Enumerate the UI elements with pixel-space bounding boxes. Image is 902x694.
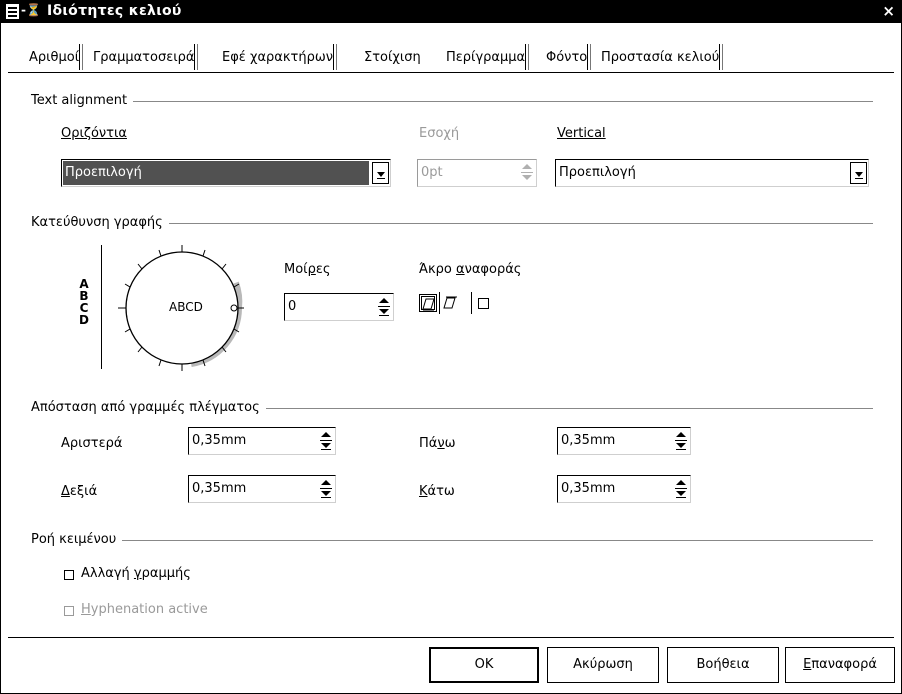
bottom-spinbox[interactable]: 0,35mm	[557, 475, 691, 503]
line-break-checkbox[interactable]	[64, 570, 74, 580]
degrees-label: Μοίρες	[284, 262, 331, 277]
tab-panel-border	[8, 72, 894, 73]
tab-numbers[interactable]: Αριθμοί	[29, 44, 84, 70]
reset-button[interactable]: Επαναφορά	[785, 647, 895, 683]
cell-properties-dialog: -⏳ Ιδιότητες κελιού × Αριθμοί Γραμματοσε…	[0, 0, 902, 694]
help-button[interactable]: Βοήθεια	[667, 647, 779, 683]
spin-arrows-icon[interactable]	[319, 478, 333, 500]
right-spinbox[interactable]: 0,35mm	[188, 475, 336, 503]
horizontal-selection: Προεπιλογή	[63, 161, 369, 185]
window-title: Ιδιότητες κελιού	[47, 3, 182, 19]
indent-spinbox[interactable]: 0pt	[417, 159, 537, 187]
title-symbol: -⏳	[21, 3, 41, 17]
tab-font-effects[interactable]: Εφέ χαρακτήρων	[222, 44, 337, 70]
vertical-value: Προεπιλογή	[559, 165, 636, 180]
close-icon[interactable]: ×	[882, 2, 895, 20]
vertical-select[interactable]: Προεπιλογή	[555, 159, 869, 187]
chevron-down-icon[interactable]	[372, 162, 389, 184]
right-label: Δεξιά	[61, 484, 98, 499]
horizontal-select[interactable]: Προεπιλογή	[61, 159, 391, 187]
bottom-label: Κάτω	[419, 484, 455, 499]
degrees-value: 0	[288, 299, 297, 314]
spin-arrows-icon[interactable]	[520, 162, 534, 184]
spin-arrows-icon[interactable]	[377, 296, 391, 318]
spin-arrows-icon[interactable]	[674, 478, 688, 500]
line-break-label[interactable]: Αλλαγή γραμμής	[81, 566, 191, 581]
stacked-text: A B C D	[79, 277, 89, 327]
divider	[471, 292, 472, 314]
spin-arrows-icon[interactable]	[319, 430, 333, 452]
horizontal-value: Προεπιλογή	[65, 165, 142, 180]
cancel-button[interactable]: Ακύρωση	[547, 647, 659, 683]
title-bar[interactable]: -⏳ Ιδιότητες κελιού ×	[1, 1, 901, 23]
bottom-value: 0,35mm	[561, 481, 616, 496]
divider	[439, 292, 440, 314]
right-value: 0,35mm	[192, 481, 247, 496]
tab-background[interactable]: Φόντο	[546, 44, 592, 70]
tab-alignment[interactable]: Στοίχιση	[364, 48, 421, 67]
edge-bottom-icon[interactable]	[419, 294, 437, 312]
hyphenation-checkbox[interactable]	[64, 606, 74, 616]
top-value: 0,35mm	[561, 433, 616, 448]
tab-font[interactable]: Γραμματοσειρά	[93, 44, 199, 70]
top-label: Πάνω	[419, 436, 456, 451]
text-flow-heading: Ροή κειμένου	[31, 532, 123, 547]
edge-top-icon[interactable]	[441, 294, 459, 312]
chevron-down-icon[interactable]	[850, 162, 867, 184]
vertically-stacked-toggle[interactable]: A B C D	[61, 245, 102, 369]
hyphenation-label[interactable]: Hyphenation active	[81, 602, 208, 617]
document-icon	[6, 4, 19, 19]
edge-inside-icon[interactable]	[475, 294, 493, 312]
ok-button[interactable]: OK	[429, 647, 539, 683]
indent-label: Εσοχή	[419, 126, 460, 141]
tab-cell-protection[interactable]: Προστασία κελιού	[601, 44, 724, 70]
tab-borders[interactable]: Περίγραμμα	[446, 44, 530, 70]
indent-value: 0pt	[421, 165, 443, 180]
left-label: Αριστερά	[61, 436, 123, 451]
writing-direction-heading: Κατεύθυνση γραφής	[31, 215, 169, 230]
top-spinbox[interactable]: 0,35mm	[557, 427, 691, 455]
vertical-label: Vertical	[557, 126, 606, 141]
group-divider	[31, 540, 873, 541]
text-alignment-heading: Text alignment	[31, 93, 134, 108]
footer-separator	[8, 637, 894, 638]
reference-edge-label: Άκρο αναφοράς	[419, 262, 522, 277]
horizontal-label: Οριζόντια	[61, 126, 127, 141]
left-spinbox[interactable]: 0,35mm	[188, 427, 336, 455]
group-divider	[31, 101, 873, 102]
dial-preview-text: ABCD	[169, 300, 203, 314]
spin-arrows-icon[interactable]	[674, 430, 688, 452]
degrees-spinbox[interactable]: 0	[284, 293, 394, 321]
left-value: 0,35mm	[192, 433, 247, 448]
grid-spacing-heading: Απόσταση από γραμμές πλέγματος	[31, 400, 266, 415]
